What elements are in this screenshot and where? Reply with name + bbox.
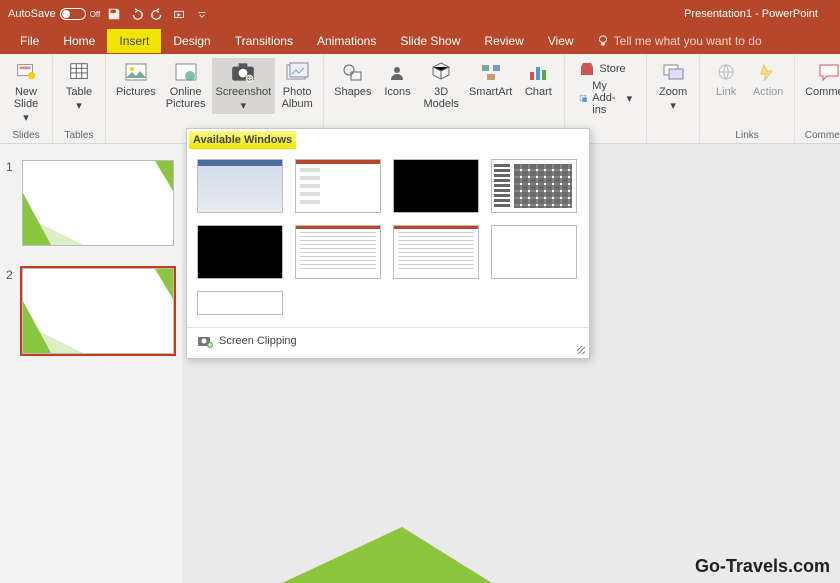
table-icon bbox=[65, 60, 93, 84]
watermark: Go-Travels.com bbox=[695, 556, 830, 577]
chart-button[interactable]: Chart bbox=[518, 58, 558, 100]
action-button[interactable]: Action bbox=[748, 58, 788, 100]
chart-icon bbox=[524, 60, 552, 84]
screen-clipping-button[interactable]: Screen Clipping bbox=[187, 328, 589, 358]
chevron-down-icon: ▾ bbox=[23, 112, 29, 124]
3d-models-button[interactable]: 3D Models bbox=[419, 58, 462, 112]
resize-handle[interactable] bbox=[577, 346, 585, 354]
comment-icon bbox=[815, 60, 840, 84]
chevron-down-icon: ▾ bbox=[241, 100, 247, 112]
redo-icon[interactable] bbox=[150, 6, 166, 22]
window-thumbnail[interactable] bbox=[197, 159, 283, 213]
menu-file[interactable]: File bbox=[8, 29, 51, 53]
chevron-down-icon: ▾ bbox=[670, 100, 676, 112]
store-icon bbox=[579, 62, 595, 76]
table-button[interactable]: Table ▾ bbox=[59, 58, 99, 114]
slide-thumbnail-1[interactable] bbox=[22, 160, 174, 246]
title-bar: AutoSave Off Presentation1 - PowerPoint bbox=[0, 0, 840, 28]
shapes-icon bbox=[339, 60, 367, 84]
cube-icon bbox=[427, 60, 455, 84]
menu-slideshow[interactable]: Slide Show bbox=[388, 29, 472, 53]
start-from-beginning-icon[interactable] bbox=[172, 6, 188, 22]
new-slide-icon bbox=[12, 60, 40, 84]
pictures-button[interactable]: Pictures bbox=[112, 58, 160, 100]
my-addins-button[interactable]: My Add-ins ▾ bbox=[579, 80, 632, 116]
icons-button[interactable]: Icons bbox=[377, 58, 417, 100]
thumb-number: 1 bbox=[6, 160, 16, 246]
action-icon bbox=[754, 60, 782, 84]
window-thumbnail[interactable] bbox=[295, 159, 381, 213]
menu-transitions[interactable]: Transitions bbox=[223, 29, 305, 53]
slide-thumbnail-2[interactable] bbox=[22, 268, 174, 354]
window-thumbnail[interactable] bbox=[393, 225, 479, 279]
zoom-button[interactable]: Zoom ▾ bbox=[653, 58, 693, 114]
window-thumbnail[interactable] bbox=[197, 225, 283, 279]
photo-album-button[interactable]: Photo Album bbox=[277, 58, 317, 112]
smartart-icon bbox=[477, 60, 505, 84]
link-button[interactable]: Link bbox=[706, 58, 746, 100]
window-thumbnail[interactable] bbox=[295, 225, 381, 279]
undo-icon[interactable] bbox=[128, 6, 144, 22]
menu-animations[interactable]: Animations bbox=[305, 29, 388, 53]
comment-button[interactable]: Comment bbox=[801, 58, 840, 100]
autosave-toggle[interactable]: AutoSave Off bbox=[8, 8, 100, 20]
thumb-number: 2 bbox=[6, 268, 16, 354]
screenshot-dropdown: Available Windows Screen Clipping bbox=[186, 128, 590, 359]
menu-insert[interactable]: Insert bbox=[107, 29, 161, 53]
camera-icon bbox=[229, 60, 257, 84]
menu-review[interactable]: Review bbox=[472, 29, 535, 53]
menu-design[interactable]: Design bbox=[161, 29, 222, 53]
online-pictures-button[interactable]: Online Pictures bbox=[162, 58, 210, 112]
store-button[interactable]: Store bbox=[579, 62, 632, 76]
slide-thumbnail-panel: 1 2 bbox=[0, 144, 182, 583]
screenshot-button[interactable]: Screenshot ▾ bbox=[212, 58, 276, 114]
lightbulb-icon bbox=[596, 34, 610, 48]
shapes-button[interactable]: Shapes bbox=[330, 58, 375, 100]
pictures-icon bbox=[122, 60, 150, 84]
available-windows-header: Available Windows bbox=[189, 131, 296, 149]
photo-album-icon bbox=[283, 60, 311, 84]
zoom-icon bbox=[659, 60, 687, 84]
addins-icon bbox=[579, 91, 588, 105]
tell-me-search[interactable]: Tell me what you want to do bbox=[596, 34, 762, 48]
customize-qat-icon[interactable] bbox=[194, 6, 210, 22]
autosave-state: Off bbox=[90, 10, 101, 19]
window-thumbnail[interactable] bbox=[393, 159, 479, 213]
document-title: Presentation1 - PowerPoint bbox=[210, 8, 832, 20]
chevron-down-icon: ▾ bbox=[76, 100, 82, 112]
camera-plus-icon bbox=[197, 334, 213, 348]
toggle-pill-icon bbox=[60, 8, 86, 20]
autosave-label: AutoSave bbox=[8, 8, 56, 20]
icons-icon bbox=[383, 60, 411, 84]
save-icon[interactable] bbox=[106, 6, 122, 22]
menu-bar: File Home Insert Design Transitions Anim… bbox=[0, 28, 840, 54]
menu-home[interactable]: Home bbox=[51, 29, 107, 53]
slide-decoration bbox=[282, 527, 492, 583]
chevron-down-icon: ▾ bbox=[627, 92, 633, 105]
online-pictures-icon bbox=[172, 60, 200, 84]
smartart-button[interactable]: SmartArt bbox=[465, 58, 516, 100]
window-thumbnail[interactable] bbox=[197, 291, 283, 315]
new-slide-button[interactable]: New Slide ▾ bbox=[6, 58, 46, 126]
tell-me-text: Tell me what you want to do bbox=[614, 34, 762, 48]
menu-view[interactable]: View bbox=[536, 29, 586, 53]
link-icon bbox=[712, 60, 740, 84]
window-thumbnail[interactable] bbox=[491, 159, 577, 213]
window-thumbnail[interactable] bbox=[491, 225, 577, 279]
